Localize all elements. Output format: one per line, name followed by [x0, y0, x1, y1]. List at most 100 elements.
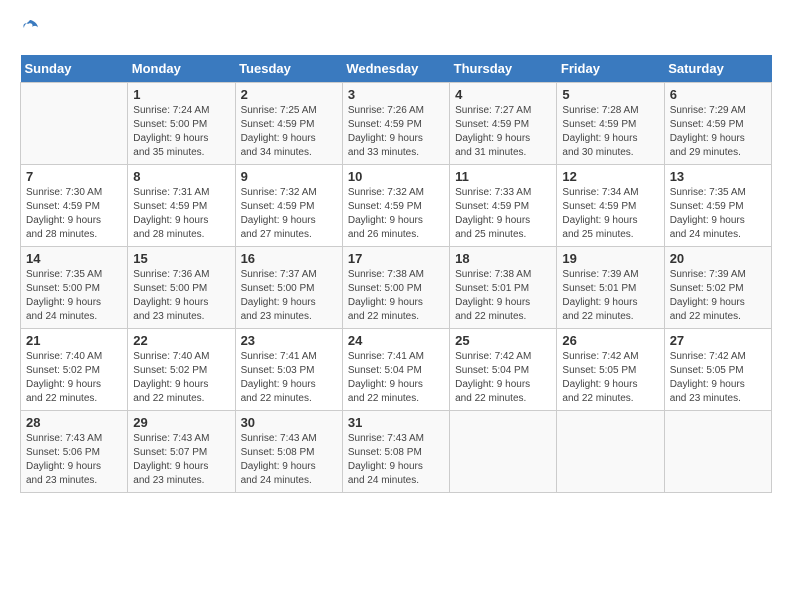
calendar-cell: 14 Sunrise: 7:35 AM Sunset: 5:00 PM Dayli… — [21, 247, 128, 329]
calendar-cell: 4 Sunrise: 7:27 AM Sunset: 4:59 PM Daylig… — [450, 83, 557, 165]
day-number: 21 — [26, 333, 122, 348]
day-number: 20 — [670, 251, 766, 266]
calendar-cell: 28 Sunrise: 7:43 AM Sunset: 5:06 PM Dayli… — [21, 411, 128, 493]
day-number: 31 — [348, 415, 444, 430]
calendar-week-row: 21 Sunrise: 7:40 AM Sunset: 5:02 PM Dayli… — [21, 329, 772, 411]
calendar-cell: 10Sunrise: 7:32 AM Sunset: 4:59 PM Dayli… — [342, 165, 449, 247]
day-number: 23 — [241, 333, 337, 348]
day-info: Sunrise: 7:39 AM Sunset: 5:01 PM Dayligh… — [562, 268, 658, 324]
day-number: 16 — [241, 251, 337, 266]
day-info: Sunrise: 7:42 AM Sunset: 5:04 PM Dayligh… — [455, 350, 551, 406]
day-number: 18 — [455, 251, 551, 266]
calendar-cell: 31 Sunrise: 7:43 AM Sunset: 5:08 PM Dayli… — [342, 411, 449, 493]
day-info: Sunrise: 7:36 AM Sunset: 5:00 PM Dayligh… — [133, 268, 229, 324]
day-info: Sunrise: 7:37 AM Sunset: 5:00 PM Dayligh… — [241, 268, 337, 324]
calendar-cell: 22 Sunrise: 7:40 AM Sunset: 5:02 PM Dayli… — [128, 329, 235, 411]
day-number: 17 — [348, 251, 444, 266]
day-info: Sunrise: 7:30 AM Sunset: 4:59 PM Dayligh… — [26, 186, 122, 242]
calendar-cell: 18 Sunrise: 7:38 AM Sunset: 5:01 PM Dayli… — [450, 247, 557, 329]
calendar-body: 1 Sunrise: 7:24 AM Sunset: 5:00 PM Daylig… — [21, 83, 772, 493]
day-number: 3 — [348, 87, 444, 102]
day-number: 25 — [455, 333, 551, 348]
calendar-week-row: 28 Sunrise: 7:43 AM Sunset: 5:06 PM Dayli… — [21, 411, 772, 493]
calendar-cell: 9 Sunrise: 7:32 AM Sunset: 4:59 PM Daylig… — [235, 165, 342, 247]
calendar-cell: 1 Sunrise: 7:24 AM Sunset: 5:00 PM Daylig… — [128, 83, 235, 165]
calendar-cell: 27Sunrise: 7:42 AM Sunset: 5:05 PM Dayli… — [664, 329, 771, 411]
day-info: Sunrise: 7:29 AM Sunset: 4:59 PM Dayligh… — [670, 104, 766, 160]
calendar-cell: 26 Sunrise: 7:42 AM Sunset: 5:05 PM Dayli… — [557, 329, 664, 411]
day-number: 15 — [133, 251, 229, 266]
day-info: Sunrise: 7:39 AM Sunset: 5:02 PM Dayligh… — [670, 268, 766, 324]
day-info: Sunrise: 7:40 AM Sunset: 5:02 PM Dayligh… — [26, 350, 122, 406]
calendar-cell: 29 Sunrise: 7:43 AM Sunset: 5:07 PM Dayli… — [128, 411, 235, 493]
day-info: Sunrise: 7:32 AM Sunset: 4:59 PM Dayligh… — [241, 186, 337, 242]
day-info: Sunrise: 7:24 AM Sunset: 5:00 PM Dayligh… — [133, 104, 229, 160]
day-info: Sunrise: 7:42 AM Sunset: 5:05 PM Dayligh… — [670, 350, 766, 406]
calendar-cell: 20 Sunrise: 7:39 AM Sunset: 5:02 PM Dayli… — [664, 247, 771, 329]
calendar-cell: 2Sunrise: 7:25 AM Sunset: 4:59 PM Daylig… — [235, 83, 342, 165]
day-number: 4 — [455, 87, 551, 102]
day-number: 30 — [241, 415, 337, 430]
calendar-table: SundayMondayTuesdayWednesdayThursdayFrid… — [20, 55, 772, 493]
calendar-week-row: 1 Sunrise: 7:24 AM Sunset: 5:00 PM Daylig… — [21, 83, 772, 165]
day-info: Sunrise: 7:42 AM Sunset: 5:05 PM Dayligh… — [562, 350, 658, 406]
day-of-week-header: Thursday — [450, 55, 557, 83]
day-info: Sunrise: 7:35 AM Sunset: 4:59 PM Dayligh… — [670, 186, 766, 242]
day-number: 26 — [562, 333, 658, 348]
calendar-cell: 21 Sunrise: 7:40 AM Sunset: 5:02 PM Dayli… — [21, 329, 128, 411]
calendar-cell — [21, 83, 128, 165]
day-of-week-header: Wednesday — [342, 55, 449, 83]
calendar-cell: 5 Sunrise: 7:28 AM Sunset: 4:59 PM Daylig… — [557, 83, 664, 165]
day-number: 2 — [241, 87, 337, 102]
logo-bird-icon — [20, 18, 40, 38]
calendar-week-row: 14 Sunrise: 7:35 AM Sunset: 5:00 PM Dayli… — [21, 247, 772, 329]
day-of-week-header: Monday — [128, 55, 235, 83]
day-info: Sunrise: 7:41 AM Sunset: 5:03 PM Dayligh… — [241, 350, 337, 406]
calendar-cell: 6 Sunrise: 7:29 AM Sunset: 4:59 PM Daylig… — [664, 83, 771, 165]
calendar-cell: 24 Sunrise: 7:41 AM Sunset: 5:04 PM Dayli… — [342, 329, 449, 411]
day-of-week-header: Tuesday — [235, 55, 342, 83]
calendar-cell: 8Sunrise: 7:31 AM Sunset: 4:59 PM Daylig… — [128, 165, 235, 247]
day-number: 24 — [348, 333, 444, 348]
day-number: 22 — [133, 333, 229, 348]
day-number: 29 — [133, 415, 229, 430]
day-number: 28 — [26, 415, 122, 430]
day-number: 5 — [562, 87, 658, 102]
day-number: 13 — [670, 169, 766, 184]
day-info: Sunrise: 7:27 AM Sunset: 4:59 PM Dayligh… — [455, 104, 551, 160]
day-info: Sunrise: 7:35 AM Sunset: 5:00 PM Dayligh… — [26, 268, 122, 324]
day-of-week-header: Sunday — [21, 55, 128, 83]
day-number: 1 — [133, 87, 229, 102]
day-number: 7 — [26, 169, 122, 184]
day-of-week-header: Saturday — [664, 55, 771, 83]
calendar-cell — [450, 411, 557, 493]
day-info: Sunrise: 7:33 AM Sunset: 4:59 PM Dayligh… — [455, 186, 551, 242]
day-info: Sunrise: 7:32 AM Sunset: 4:59 PM Dayligh… — [348, 186, 444, 242]
day-of-week-header: Friday — [557, 55, 664, 83]
calendar-cell: 30 Sunrise: 7:43 AM Sunset: 5:08 PM Dayli… — [235, 411, 342, 493]
day-info: Sunrise: 7:40 AM Sunset: 5:02 PM Dayligh… — [133, 350, 229, 406]
day-info: Sunrise: 7:43 AM Sunset: 5:07 PM Dayligh… — [133, 432, 229, 488]
day-number: 14 — [26, 251, 122, 266]
day-info: Sunrise: 7:28 AM Sunset: 4:59 PM Dayligh… — [562, 104, 658, 160]
day-info: Sunrise: 7:43 AM Sunset: 5:08 PM Dayligh… — [241, 432, 337, 488]
day-info: Sunrise: 7:34 AM Sunset: 4:59 PM Dayligh… — [562, 186, 658, 242]
calendar-cell: 15 Sunrise: 7:36 AM Sunset: 5:00 PM Dayli… — [128, 247, 235, 329]
calendar-cell: 16 Sunrise: 7:37 AM Sunset: 5:00 PM Dayli… — [235, 247, 342, 329]
calendar-week-row: 7 Sunrise: 7:30 AM Sunset: 4:59 PM Daylig… — [21, 165, 772, 247]
day-number: 12 — [562, 169, 658, 184]
day-number: 6 — [670, 87, 766, 102]
day-info: Sunrise: 7:43 AM Sunset: 5:06 PM Dayligh… — [26, 432, 122, 488]
calendar-cell: 19Sunrise: 7:39 AM Sunset: 5:01 PM Dayli… — [557, 247, 664, 329]
calendar-cell: 7 Sunrise: 7:30 AM Sunset: 4:59 PM Daylig… — [21, 165, 128, 247]
calendar-header-row: SundayMondayTuesdayWednesdayThursdayFrid… — [21, 55, 772, 83]
day-info: Sunrise: 7:38 AM Sunset: 5:01 PM Dayligh… — [455, 268, 551, 324]
calendar-cell: 17Sunrise: 7:38 AM Sunset: 5:00 PM Dayli… — [342, 247, 449, 329]
day-info: Sunrise: 7:26 AM Sunset: 4:59 PM Dayligh… — [348, 104, 444, 160]
day-info: Sunrise: 7:41 AM Sunset: 5:04 PM Dayligh… — [348, 350, 444, 406]
calendar-cell — [557, 411, 664, 493]
day-info: Sunrise: 7:43 AM Sunset: 5:08 PM Dayligh… — [348, 432, 444, 488]
day-number: 9 — [241, 169, 337, 184]
calendar-cell: 3 Sunrise: 7:26 AM Sunset: 4:59 PM Daylig… — [342, 83, 449, 165]
calendar-cell: 25 Sunrise: 7:42 AM Sunset: 5:04 PM Dayli… — [450, 329, 557, 411]
